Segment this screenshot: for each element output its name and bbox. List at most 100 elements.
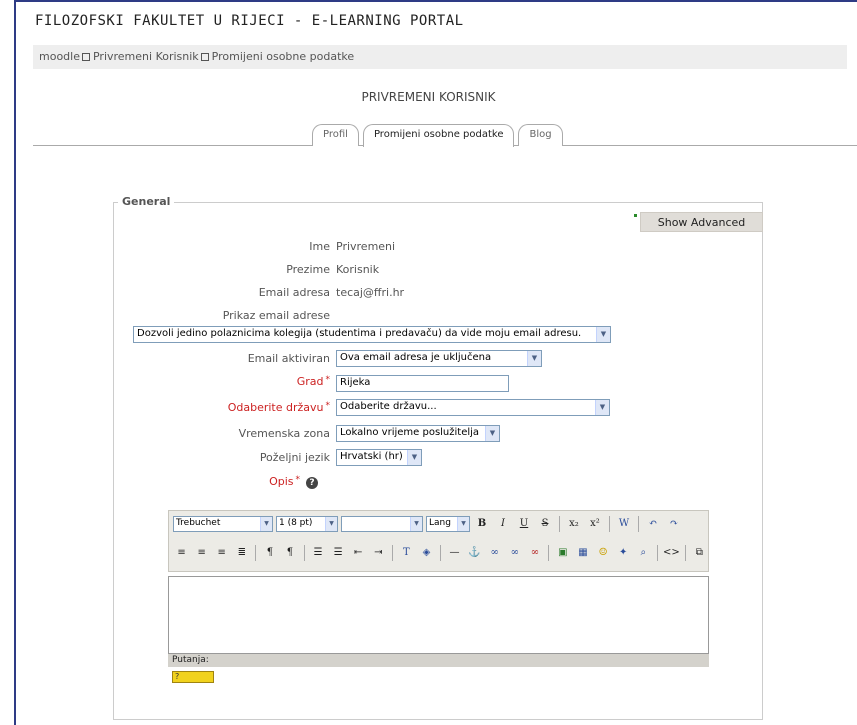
email-display-select-value: Dozvoli jedino polaznicima kolegija (stu… [137,328,582,339]
tab-blog[interactable]: Blog [518,124,563,146]
help-icon[interactable]: ? [306,477,318,489]
required-star: * [325,375,331,385]
editor-path-bar: Putanja: [168,654,709,667]
font-family-select[interactable]: Trebuchet ▼ [173,516,273,532]
site-title: FILOZOFSKI FAKULTET U RIJECI - E-LEARNIN… [35,13,464,29]
ime-label: Ime [309,240,330,253]
insert-image-icon[interactable]: ▣ [554,544,571,562]
timezone-select[interactable]: Lokalno vrijeme poslužitelja ▼ [336,425,500,442]
paste-word-button[interactable]: W [615,515,633,533]
toolbar-divider [391,545,393,561]
editor-help-badge[interactable]: ? [172,671,214,683]
indent-icon[interactable]: ⇥ [370,544,387,562]
subscript-button[interactable]: x₂ [565,515,583,533]
outdent-icon[interactable]: ⇤ [350,544,367,562]
search-replace-icon[interactable]: ⌕ [635,544,652,562]
chevron-down-icon: ▼ [325,517,337,531]
email-active-select[interactable]: Ova email adresa je uključena ▼ [336,350,542,367]
email-display-label: Prikaz email adrese [222,309,330,322]
anchor-icon[interactable]: ⚓ [466,544,483,562]
link-icon[interactable]: ∞ [486,544,503,562]
html-source-icon[interactable]: <> [663,544,680,562]
page: FILOZOFSKI FAKULTET U RIJECI - E-LEARNIN… [0,0,857,725]
editor-toolbar-row-2: ≡ ≡ ≡ ≣ ¶ ¶ ☰ ☰ ⇤ ⇥ T ◈ — ⚓ ∞ ∞ ∞ ▣ ▦ ☺ … [169,541,708,565]
breadcrumb-separator-icon [200,53,209,61]
horizontal-rule-icon[interactable]: — [446,544,463,562]
background-color-icon[interactable]: ◈ [418,544,435,562]
chevron-down-icon: ▼ [595,400,609,415]
font-size-select[interactable]: 1 (8 pt) ▼ [276,516,338,532]
insert-table-icon[interactable]: ▦ [574,544,591,562]
toolbar-divider [548,545,550,561]
language-select[interactable]: Hrvatski (hr) ▼ [336,449,422,466]
timezone-label: Vremenska zona [238,427,330,440]
ime-value: Privremeni [336,240,396,253]
email-label: Email adresa [258,286,330,299]
email-active-label: Email aktiviran [247,352,330,365]
lang-select[interactable]: Lang ▼ [426,516,470,532]
country-select[interactable]: Odaberite državu... ▼ [336,399,610,416]
editor-toolbar-row-1: Trebuchet ▼ 1 (8 pt) ▼ ▼ Lang ▼ B I U S x₂ … [169,512,708,536]
description-label: Opis * [0,475,300,488]
timezone-select-value: Lokalno vrijeme poslužitelja [340,427,480,438]
chevron-down-icon: ▼ [457,517,469,531]
lang-value: Lang [429,518,451,528]
tab-profil[interactable]: Profil [312,124,359,146]
unlink-icon[interactable]: ∞ [506,544,523,562]
chevron-down-icon: ▼ [260,517,272,531]
city-label-text: Grad [296,375,324,388]
user-heading: PRIVREMENI KORISNIK [361,90,496,104]
chevron-down-icon: ▼ [410,517,422,531]
ltr-icon[interactable]: ¶ [261,544,278,562]
fieldset-legend: General [118,195,175,208]
language-select-value: Hrvatski (hr) [340,451,403,462]
prezime-label: Prezime [286,263,330,276]
city-input[interactable]: Rijeka [336,375,509,392]
align-justify-icon[interactable]: ≣ [233,544,250,562]
strikethrough-button[interactable]: S [536,515,554,533]
superscript-button[interactable]: x² [586,515,604,533]
align-left-icon[interactable]: ≡ [173,544,190,562]
show-advanced-button[interactable]: Show Advanced [640,212,763,232]
tab-edit-profile[interactable]: Promijeni osobne podatke [362,124,515,147]
align-center-icon[interactable]: ≡ [193,544,210,562]
format-select[interactable]: ▼ [341,516,423,532]
breadcrumb-item-user[interactable]: Privremeni Korisnik [93,50,199,63]
smiley-icon[interactable]: ☺ [595,544,612,562]
undo-button[interactable]: ↶ [644,515,662,533]
email-display-select[interactable]: Dozvoli jedino polaznicima kolegija (stu… [133,326,611,343]
underline-button[interactable]: U [515,515,533,533]
toolbar-divider [609,516,610,532]
breadcrumb-item-current: Promijeni osobne podatke [211,50,355,63]
editor-toolbar: Trebuchet ▼ 1 (8 pt) ▼ ▼ Lang ▼ B I U S x₂ … [168,510,709,572]
breadcrumb-item-home[interactable]: moodle [39,50,80,63]
align-right-icon[interactable]: ≡ [213,544,230,562]
required-star: * [295,475,301,485]
breadcrumb-separator-icon [81,53,90,61]
ordered-list-icon[interactable]: ☰ [309,544,326,562]
text-color-icon[interactable]: T [398,544,415,562]
nolink-icon[interactable]: ∞ [526,544,543,562]
italic-button[interactable]: I [494,515,512,533]
toolbar-divider [303,545,305,561]
unordered-list-icon[interactable]: ☰ [330,544,347,562]
tab-bar: Profil Promijeni osobne podatke Blog [312,124,563,147]
font-size-value: 1 (8 pt) [279,518,313,528]
fullscreen-icon[interactable]: ⧉ [691,544,708,562]
toolbar-divider [638,516,639,532]
bold-button[interactable]: B [473,515,491,533]
email-active-select-value: Ova email adresa je uključena [340,352,492,363]
breadcrumb: moodle Privremeni Korisnik Promijeni osobn… [33,45,847,69]
redo-button[interactable]: ↷ [665,515,683,533]
toolbar-divider [656,545,658,561]
toolbar-divider [684,545,686,561]
country-label-text: Odaberite državu [227,401,324,414]
toolbar-divider [559,516,560,532]
toolbar-divider [439,545,441,561]
top-border [14,0,857,2]
rtl-icon[interactable]: ¶ [281,544,298,562]
help-badge-icon: ? [175,672,180,681]
description-editor[interactable] [168,576,709,654]
special-char-icon[interactable]: ✦ [615,544,632,562]
chevron-down-icon: ▼ [527,351,541,366]
